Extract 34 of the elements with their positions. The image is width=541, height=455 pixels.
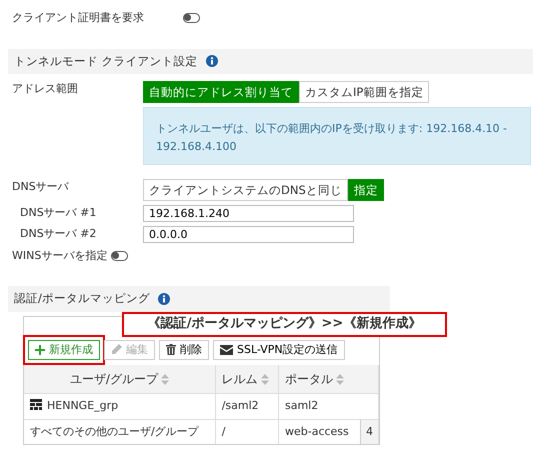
table-cell: web-access: [284, 424, 349, 438]
field-label: DNSサーバ #1: [20, 205, 98, 221]
info-icon[interactable]: [206, 55, 218, 68]
option-button[interactable]: クライアントシステムのDNSと同じ: [143, 178, 348, 201]
trash-icon: [166, 344, 176, 356]
field-label: アドレス範囲: [12, 80, 79, 97]
info-message: トンネルユーザは、以下の範囲内のIPを受け取ります: 192.168.4.10 - 192.168.4.100: [143, 106, 531, 165]
section-title: 認証/ポータルマッピング: [14, 290, 150, 308]
toolbar-button[interactable]: 削除: [159, 340, 209, 360]
setting-label: WINSサーバを指定: [12, 248, 108, 264]
callout-label: 《認証/ポータルマッピング》>>《新規作成》: [122, 312, 447, 336]
toggle-switch[interactable]: [111, 251, 128, 261]
count-badge: 4: [360, 420, 378, 444]
toolbar-button[interactable]: SSL-VPN設定の送信: [213, 340, 345, 360]
table-cell: HENNGE_grp: [47, 399, 118, 412]
input-field[interactable]: 192.168.1.240: [143, 204, 354, 222]
section-title: トンネルモード クライアント設定: [14, 52, 198, 70]
group-icon: [30, 399, 42, 410]
info-icon[interactable]: [158, 292, 170, 305]
plus-icon: [35, 344, 45, 355]
toggle-switch[interactable]: [183, 13, 200, 24]
envelope-icon: [220, 344, 233, 355]
setting-label: クライアント証明書を要求: [12, 10, 145, 26]
field-label: DNSサーバ: [12, 178, 70, 195]
input-field[interactable]: 0.0.0.0: [143, 226, 354, 243]
option-button[interactable]: 自動的にアドレス割り当て: [143, 80, 299, 103]
table-cell: すべてのその他のユーザ/グループ: [30, 424, 199, 438]
field-label: DNSサーバ #2: [20, 226, 98, 242]
option-button[interactable]: カスタムIP範囲を指定: [299, 80, 430, 103]
table-cell: saml2: [284, 399, 318, 412]
pencil-icon: [111, 344, 122, 356]
option-button[interactable]: 指定: [348, 178, 384, 201]
table-cell: /saml2: [222, 399, 259, 412]
table-cell: /: [222, 424, 226, 438]
